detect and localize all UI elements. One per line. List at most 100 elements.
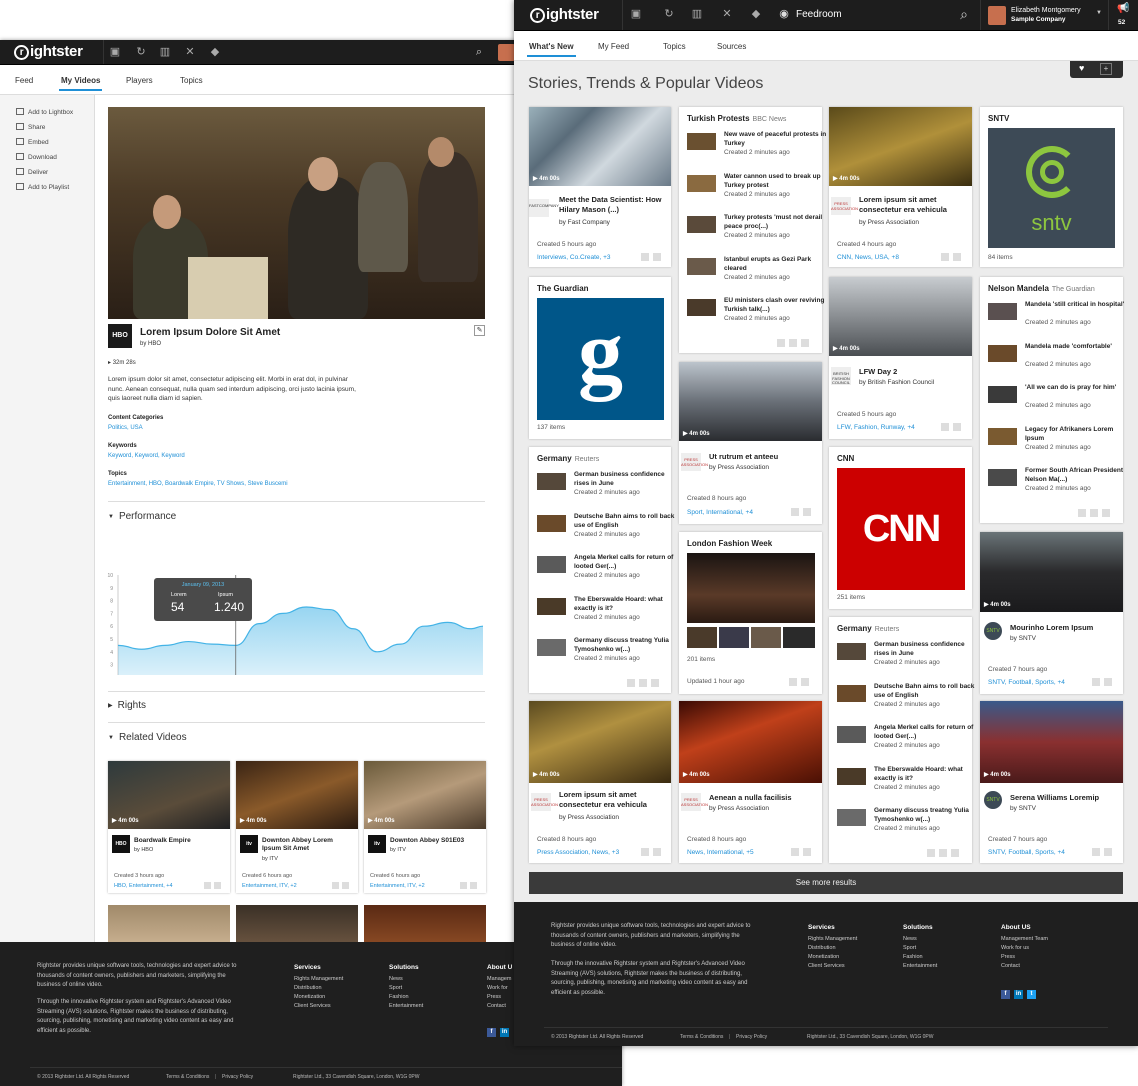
video-tags[interactable]: CNN, News, USA, +8	[837, 254, 899, 261]
news-item[interactable]: Water cannon used to break up Turkey pro…	[687, 173, 821, 207]
categories-value[interactable]: Politics, USA	[108, 425, 143, 431]
news-item[interactable]: Legacy for Afrikaners Lorem Ipsum Created…	[988, 426, 1117, 460]
news-item[interactable]: Mandela made 'comfortable' Created 2 minu…	[988, 343, 1117, 377]
see-more-button[interactable]: See more results	[529, 872, 1123, 894]
video-thumbnail[interactable]	[236, 905, 358, 945]
box-icon[interactable]: ◆	[208, 46, 222, 59]
news-item[interactable]: New wave of peaceful protests in Turkey C…	[687, 131, 826, 165]
video-tags[interactable]: SNTV, Football, Sports, +4	[988, 849, 1065, 856]
footer-link[interactable]: News	[903, 936, 917, 942]
checkbox[interactable]	[653, 848, 661, 856]
related-video-card[interactable]: ▶ 4m 00s itv Downton Abbey S01E03 by ITV…	[364, 761, 486, 893]
news-item[interactable]: The Eberswalde Hoard: what exactly is it…	[837, 766, 966, 800]
video-thumbnail[interactable]	[364, 905, 486, 945]
channel-card-sntv[interactable]: SNTV sntv 84 items	[980, 107, 1123, 267]
download-action[interactable]: Download	[16, 153, 57, 161]
checkbox[interactable]	[1092, 678, 1100, 686]
channel-name[interactable]: London Fashion Week	[687, 539, 772, 548]
news-item[interactable]: Turkey protests 'must not derail peace p…	[687, 214, 822, 248]
footer-link[interactable]: Monetization	[294, 994, 325, 1000]
video-tags[interactable]: Interviews, Co.Create, +3	[537, 254, 611, 261]
terms-link[interactable]: Terms & Conditions	[166, 1074, 209, 1080]
checkbox[interactable]	[641, 848, 649, 856]
topic-card-germany[interactable]: Germany Reuters German business confidenc…	[829, 617, 974, 863]
brand-logo[interactable]: r ightster	[14, 43, 83, 60]
checkbox[interactable]	[204, 882, 211, 889]
checkbox[interactable]	[791, 848, 799, 856]
performance-toggle[interactable]: ▼ Performance	[108, 511, 176, 522]
footer-link[interactable]: Rights Management	[808, 936, 857, 942]
facebook-icon[interactable]: f	[1001, 990, 1010, 999]
tab-my-videos[interactable]: My Videos	[58, 76, 103, 91]
edit-icon[interactable]: ✎	[474, 325, 485, 336]
add-to-lightbox-action[interactable]: Add to Lightbox	[16, 108, 73, 116]
add-to-playlist-action[interactable]: Add to Playlist	[16, 183, 69, 191]
footer-link[interactable]: Distribution	[294, 985, 322, 991]
video-card[interactable]: ▶ 4m 00s FASTCOMPANY Meet the Data Scien…	[529, 107, 671, 267]
video-title[interactable]: Serena Williams Loremip	[1010, 793, 1118, 803]
terms-link[interactable]: Terms & Conditions	[680, 1034, 723, 1040]
footer-link[interactable]: Monetization	[808, 954, 839, 960]
checkbox[interactable]	[1104, 678, 1112, 686]
checkbox[interactable]	[470, 882, 477, 889]
tab-topics[interactable]: Topics	[180, 76, 203, 85]
checkbox[interactable]	[1092, 848, 1100, 856]
footer-link[interactable]: Sport	[903, 945, 916, 951]
video-card[interactable]: ▶ 4m 00s PRESS ASSOCIATION Ut rutrum et …	[679, 362, 822, 524]
analytics-icon[interactable]: ▥	[158, 46, 172, 59]
tab-feed[interactable]: Feed	[15, 76, 33, 85]
video-title[interactable]: Downton Abbey Lorem Ipsum Sit Amet	[262, 837, 352, 853]
collection-thumbnail[interactable]	[687, 553, 815, 623]
tab-sources[interactable]: Sources	[717, 42, 746, 51]
topic-name[interactable]: Germany Reuters	[837, 624, 899, 633]
channel-name[interactable]: SNTV	[988, 114, 1009, 123]
news-item[interactable]: Deutsche Bahn aims to roll back use of E…	[837, 683, 974, 717]
footer-link[interactable]: Press	[1001, 954, 1015, 960]
share-action[interactable]: Share	[16, 123, 45, 131]
tab-players[interactable]: Players	[126, 76, 153, 85]
avatar[interactable]	[498, 44, 515, 61]
topic-name[interactable]: Nelson Mandela The Guardian	[988, 284, 1095, 293]
checkbox[interactable]	[653, 253, 661, 261]
video-title[interactable]: Aenean a nulla facilisis	[709, 793, 817, 803]
topic-card-turkish-protests[interactable]: Turkish Protests BBC News New wave of pea…	[679, 107, 826, 353]
video-title[interactable]: Downton Abbey S01E03	[390, 837, 480, 845]
video-card[interactable]: ▶ 4m 00s SNTV Serena Williams Loremip by…	[980, 701, 1123, 863]
news-item[interactable]: The Eberswalde Hoard: what exactly is it…	[537, 596, 665, 630]
checkbox[interactable]	[953, 253, 961, 261]
video-tags[interactable]: HBO, Entertainment, +4	[114, 883, 173, 889]
footer-link[interactable]: Distribution	[808, 945, 836, 951]
avatar[interactable]	[988, 6, 1006, 25]
deliver-action[interactable]: Deliver	[16, 168, 48, 176]
footer-link[interactable]: Entertainment	[389, 1003, 423, 1009]
tab-topics[interactable]: Topics	[663, 42, 686, 51]
search-icon[interactable]: ⌕	[957, 7, 971, 21]
topics-value[interactable]: Entertainment, HBO, Boardwalk Empire, TV…	[108, 481, 288, 487]
video-player[interactable]	[108, 107, 485, 319]
footer-link[interactable]: Sport	[389, 985, 402, 991]
footer-link[interactable]: Work for	[487, 985, 508, 991]
video-thumbnail[interactable]	[980, 532, 1123, 612]
news-item[interactable]: Former South African President Nelson Ma…	[988, 467, 1123, 501]
keywords-value[interactable]: Keyword, Keyword, Keyword	[108, 453, 185, 459]
news-item[interactable]: German business confidence rises in June…	[837, 641, 966, 675]
channel-name[interactable]: The Guardian	[537, 284, 589, 293]
footer-link[interactable]: Entertainment	[903, 963, 937, 969]
checkbox[interactable]	[460, 882, 467, 889]
video-card[interactable]: ▶ 4m 00s SNTV Mourinho Lorem Ipsum by SN…	[980, 532, 1123, 694]
news-item[interactable]: Angela Merkel calls for return of looted…	[837, 724, 973, 758]
news-item[interactable]: Mandela 'still critical in hospital' Crea…	[988, 301, 1124, 335]
privacy-link[interactable]: Privacy Policy	[222, 1074, 253, 1080]
channel-name[interactable]: CNN	[837, 454, 854, 463]
topic-card-nelson-mandela[interactable]: Nelson Mandela The Guardian Mandela 'stil…	[980, 277, 1124, 523]
news-item[interactable]: Deutsche Bahn aims to roll back use of E…	[537, 513, 674, 547]
checkbox[interactable]	[214, 882, 221, 889]
refresh-icon[interactable]: ↻	[134, 46, 148, 59]
video-card[interactable]: ▶ 4m 00s PRESS ASSOCIATION Lorem ipsum s…	[529, 701, 671, 863]
video-title[interactable]: LFW Day 2	[859, 367, 967, 377]
video-title[interactable]: Lorem ipsum sit amet consectetur era veh…	[559, 790, 667, 809]
checkbox[interactable]	[941, 253, 949, 261]
footer-link[interactable]: Managem	[487, 976, 511, 982]
news-item[interactable]: Germany discuss treatng Yulia Tymoshenko…	[537, 637, 669, 671]
linkedin-icon[interactable]: in	[1014, 990, 1023, 999]
